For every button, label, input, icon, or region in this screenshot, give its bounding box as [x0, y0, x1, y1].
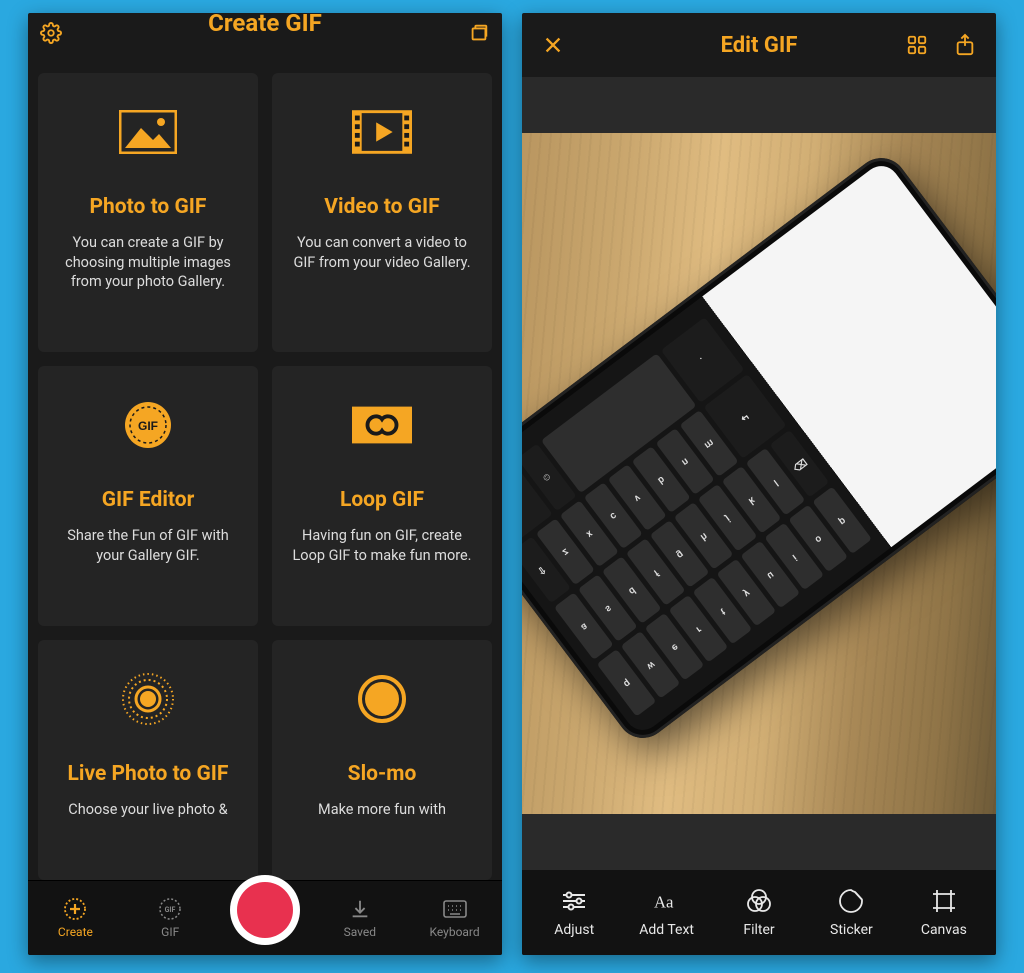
photo-icon: [118, 109, 178, 155]
video-icon: [352, 109, 412, 155]
text-icon: Aa: [654, 888, 680, 914]
tab-gif[interactable]: GIF GIF: [123, 897, 218, 939]
record-button[interactable]: [230, 875, 300, 945]
tool-label: Sticker: [830, 922, 873, 938]
card-desc: Having fun on GIF, create Loop GIF to ma…: [290, 526, 474, 565]
header: Edit GIF: [522, 13, 996, 77]
sticker-icon: [838, 888, 864, 914]
tab-saved[interactable]: Saved: [312, 897, 407, 939]
card-desc: Make more fun with: [318, 800, 446, 820]
gif-preview[interactable]: qwertyuiop asdfghjkl⌫ ⇧zxcvbnm↵ 123☺ .: [522, 133, 996, 814]
filter-icon: [746, 888, 772, 914]
tab-keyboard[interactable]: Keyboard: [407, 897, 502, 939]
canvas-icon: [931, 888, 957, 914]
card-slo-mo[interactable]: Slo-mo Make more fun with: [272, 640, 492, 880]
option-grid: Photo to GIF You can create a GIF by cho…: [28, 53, 502, 880]
card-desc: Share the Fun of GIF with your Gallery G…: [56, 526, 240, 565]
settings-icon[interactable]: [40, 22, 62, 44]
svg-text:GIF: GIF: [138, 419, 158, 433]
tab-label: Saved: [344, 925, 376, 939]
adjust-icon: [561, 888, 587, 914]
card-video-to-gif[interactable]: Video to GIF You can convert a video to …: [272, 73, 492, 352]
tab-create[interactable]: Create: [28, 897, 123, 939]
gif-icon: GIF: [158, 897, 182, 921]
card-photo-to-gif[interactable]: Photo to GIF You can create a GIF by cho…: [38, 73, 258, 352]
card-title: Slo-mo: [348, 762, 417, 786]
card-title: GIF Editor: [102, 488, 195, 512]
card-desc: You can create a GIF by choosing multipl…: [56, 233, 240, 292]
tool-add-text[interactable]: Aa Add Text: [620, 888, 712, 938]
tool-adjust[interactable]: Adjust: [528, 888, 620, 938]
keyboard-icon: [443, 897, 467, 921]
edit-gif-screen: Edit GIF qwertyuiop asdfghjkl⌫: [522, 13, 996, 955]
grid-icon[interactable]: [904, 32, 930, 58]
svg-text:Aa: Aa: [654, 892, 674, 911]
bottom-strip: [522, 814, 996, 870]
card-title: Photo to GIF: [90, 195, 207, 219]
tool-label: Adjust: [554, 922, 594, 938]
tool-canvas[interactable]: Canvas: [898, 888, 990, 938]
gif-badge-icon: GIF: [118, 402, 178, 448]
tool-label: Add Text: [639, 922, 694, 938]
card-desc: You can convert a video to GIF from your…: [290, 233, 474, 272]
tool-label: Canvas: [921, 922, 967, 938]
layers-icon[interactable]: [468, 22, 490, 44]
tab-label: Keyboard: [429, 925, 479, 939]
card-title: Video to GIF: [324, 195, 439, 219]
edit-toolbar: Adjust Aa Add Text Filter Sticker: [522, 870, 996, 955]
svg-text:GIF: GIF: [165, 906, 176, 914]
download-icon: [348, 897, 372, 921]
page-title: Create GIF: [28, 13, 502, 37]
slomo-icon: [352, 676, 412, 722]
tab-label: GIF: [161, 925, 179, 939]
top-strip: [522, 77, 996, 133]
header: Create GIF: [28, 13, 502, 53]
card-loop-gif[interactable]: Loop GIF Having fun on GIF, create Loop …: [272, 366, 492, 626]
tool-sticker[interactable]: Sticker: [805, 888, 897, 938]
loop-icon: [352, 402, 412, 448]
live-photo-icon: [118, 676, 178, 722]
tool-filter[interactable]: Filter: [713, 888, 805, 938]
bottom-tabbar: Create GIF GIF . Saved Keyboard: [28, 880, 502, 955]
tab-label: Create: [58, 925, 93, 939]
close-icon[interactable]: [540, 32, 566, 58]
tool-label: Filter: [743, 922, 774, 938]
create-gif-screen: Create GIF Photo to GIF You can create a…: [28, 13, 502, 955]
card-live-photo-to-gif[interactable]: Live Photo to GIF Choose your live photo…: [38, 640, 258, 880]
share-icon[interactable]: [952, 32, 978, 58]
card-desc: Choose your live photo &: [68, 800, 227, 820]
card-gif-editor[interactable]: GIF GIF Editor Share the Fun of GIF with…: [38, 366, 258, 626]
card-title: Loop GIF: [340, 488, 424, 512]
card-title: Live Photo to GIF: [68, 762, 229, 786]
create-icon: [63, 897, 87, 921]
